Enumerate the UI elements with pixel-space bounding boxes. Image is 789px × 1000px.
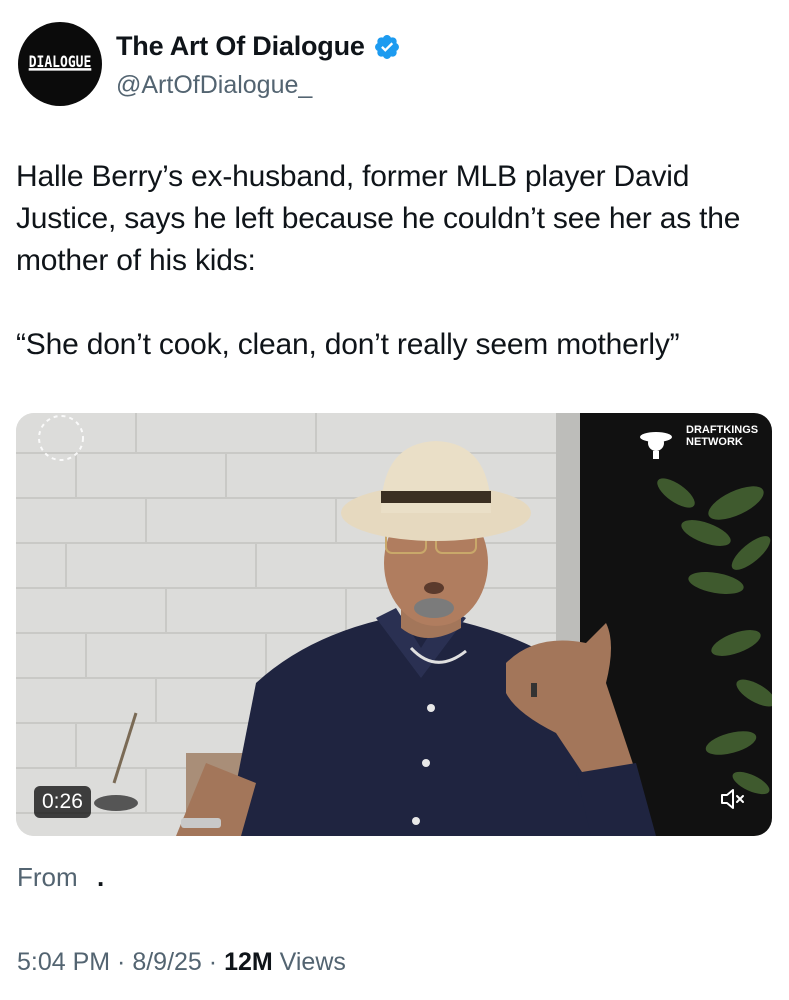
video-duration: 0:26	[34, 786, 91, 818]
video-player[interactable]: DRAFTKINGS NETWORK 0:26	[16, 413, 772, 836]
tweet-meta: 5:04 PM · 8/9/25 · 12M Views	[17, 948, 346, 977]
tweet-time[interactable]: 5:04 PM	[17, 948, 110, 977]
meta-separator: ·	[201, 948, 225, 976]
author-display-name[interactable]: The Art Of Dialogue	[116, 31, 365, 62]
tweet-header: DIALOGUE The Art Of Dialogue @ArtOfDialo…	[18, 22, 778, 108]
source-label: From	[17, 862, 78, 892]
author-handle[interactable]: @ArtOfDialogue_	[116, 71, 312, 100]
verified-badge-icon	[374, 34, 399, 59]
tweet-date[interactable]: 8/9/25	[132, 948, 202, 977]
avatar-logo-text: DIALOGUE	[28, 53, 92, 72]
avatar[interactable]: DIALOGUE	[18, 22, 102, 106]
author-name-row: The Art Of Dialogue	[116, 31, 401, 62]
views-count: 12M	[224, 948, 273, 976]
views-spacer	[273, 948, 280, 977]
speaker-muted-icon[interactable]	[720, 788, 746, 810]
tweet-text: Halle Berry’s ex-husband, former MLB pla…	[16, 160, 741, 361]
network-watermark-line2: NETWORK	[686, 436, 743, 448]
source-link[interactable]: .	[97, 862, 104, 893]
views-label: Views	[279, 948, 346, 976]
meta-separator: ·	[110, 948, 133, 976]
video-frame: DRAFTKINGS NETWORK	[16, 413, 772, 836]
network-watermark-line1: DRAFTKINGS	[686, 424, 758, 436]
tweet: DIALOGUE The Art Of Dialogue @ArtOfDialo…	[0, 0, 789, 1000]
